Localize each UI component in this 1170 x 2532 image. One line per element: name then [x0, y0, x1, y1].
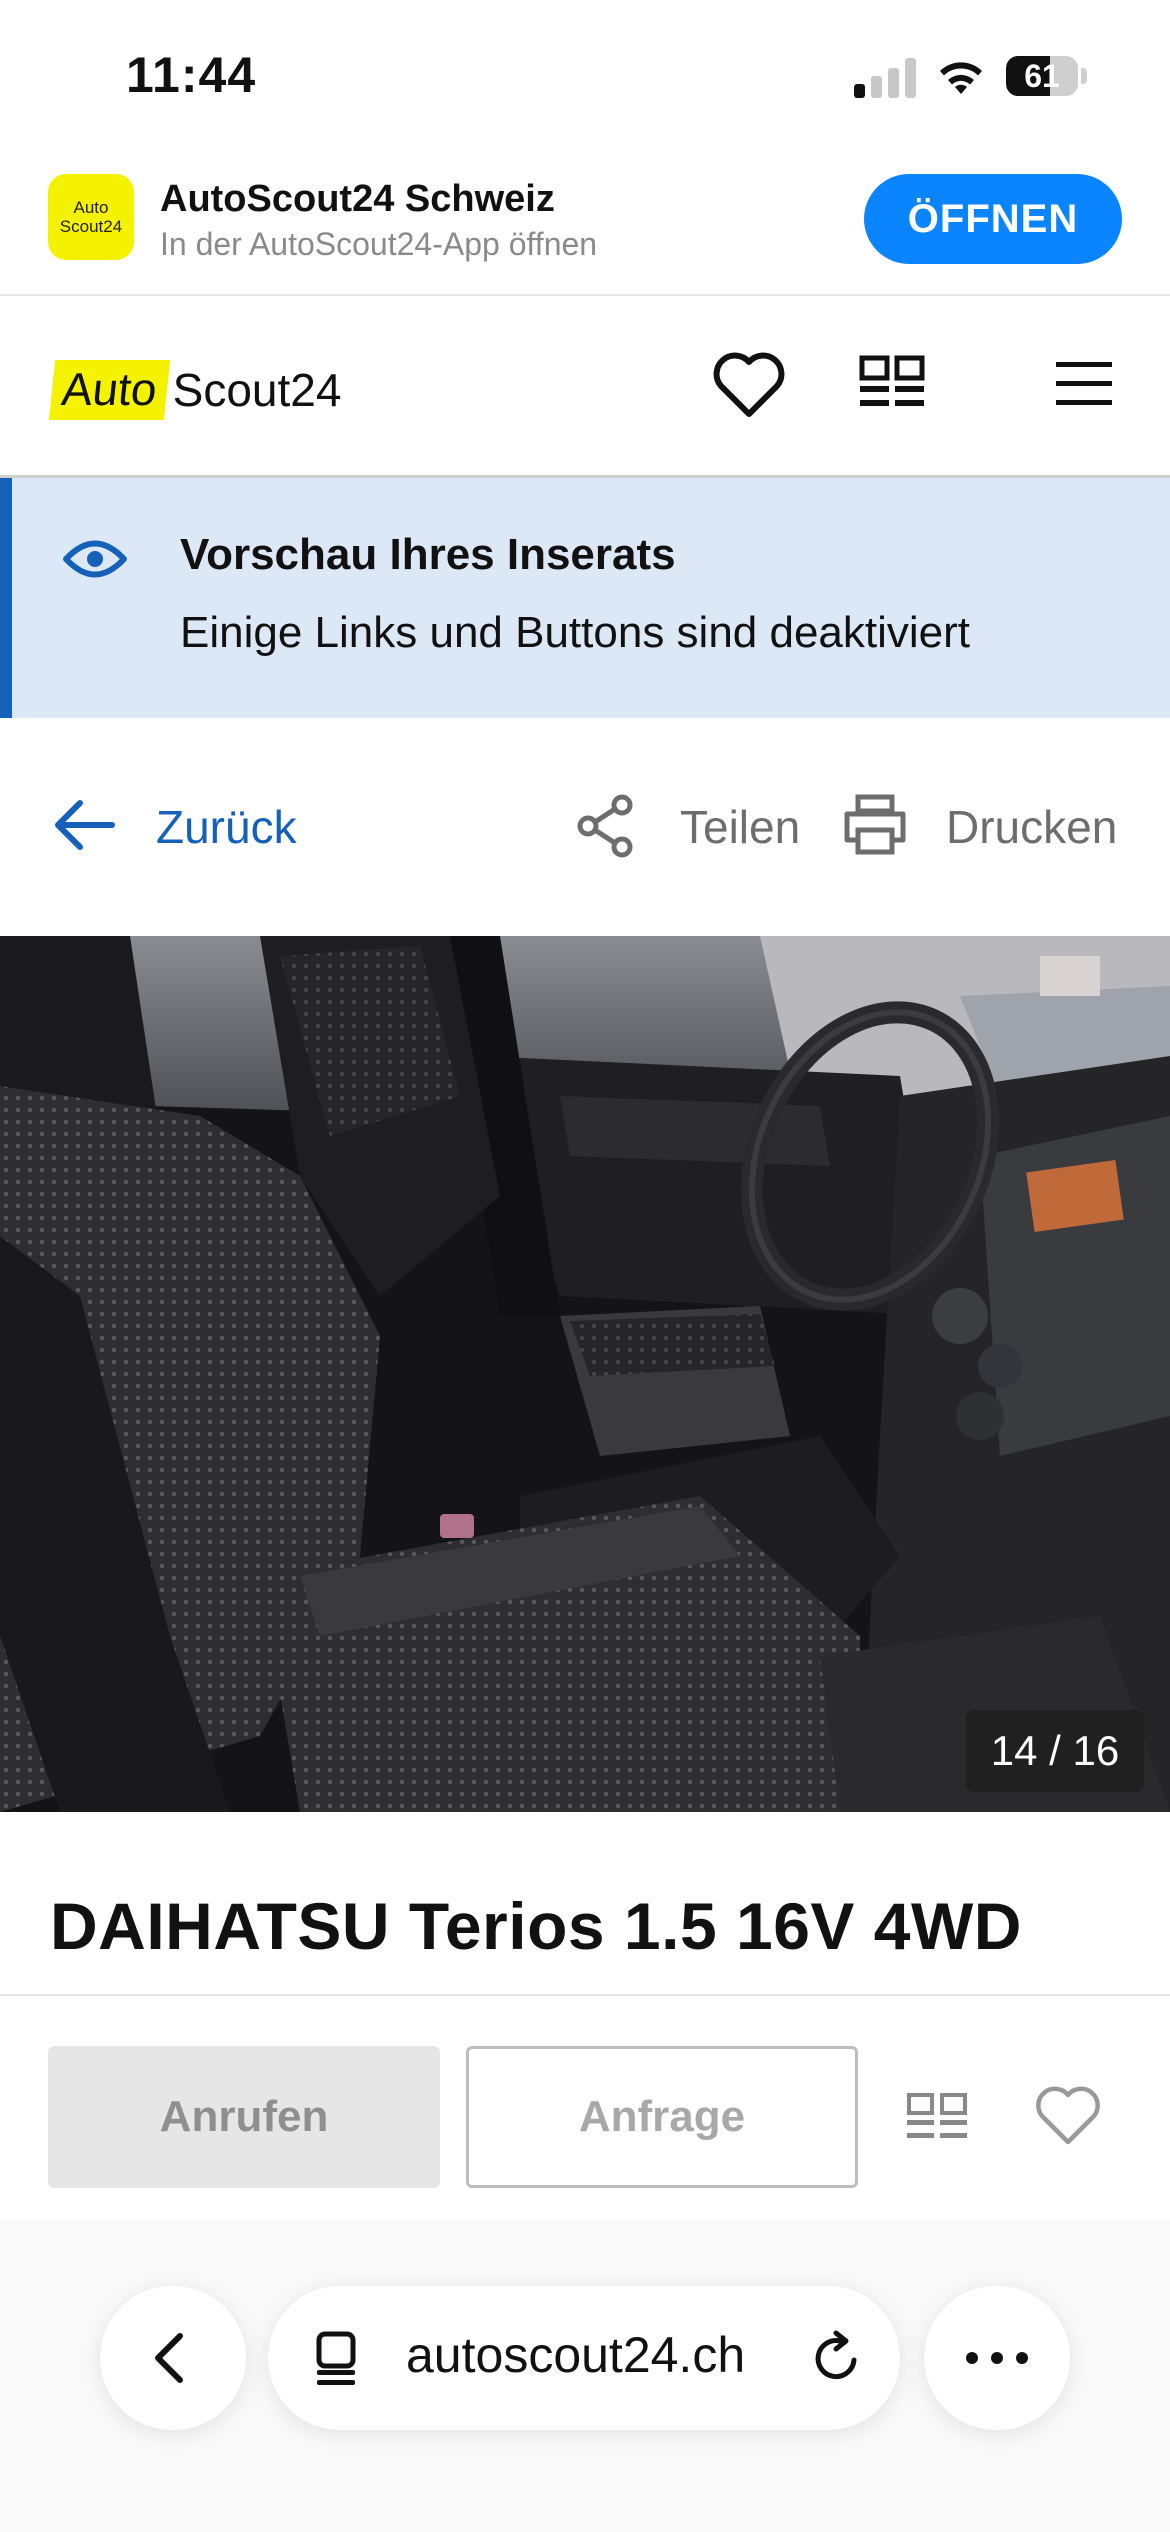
- more-options-button[interactable]: [924, 2286, 1070, 2430]
- battery-level: 61: [1024, 58, 1060, 94]
- wifi-icon: [940, 62, 982, 94]
- browser-back-button[interactable]: [100, 2286, 246, 2430]
- compare-icon[interactable]: [858, 354, 926, 414]
- compare-icon[interactable]: [906, 2092, 968, 2144]
- menu-icon[interactable]: [1054, 358, 1114, 410]
- listing-title: DAIHATSU Terios 1.5 16V 4WD: [50, 1889, 1022, 1963]
- app-name: AutoScout24 Schweiz: [160, 178, 555, 220]
- photo-counter: 14 / 16: [966, 1710, 1144, 1792]
- share-icon[interactable]: [574, 794, 636, 858]
- preview-text: Einige Links und Buttons sind deaktivier…: [180, 608, 971, 657]
- preview-title: Vorschau Ihres Inserats: [180, 530, 676, 579]
- page-icon: [316, 2331, 356, 2385]
- share-button-label[interactable]: Teilen: [680, 800, 800, 854]
- app-icon-line1: Auto: [73, 198, 109, 217]
- reload-icon[interactable]: [808, 2330, 864, 2386]
- preview-notice: Vorschau Ihres Inserats Einige Links und…: [0, 478, 1170, 718]
- printer-icon[interactable]: [842, 794, 908, 856]
- status-time: 11:44: [126, 47, 257, 103]
- url-text: autoscout24.ch: [406, 2327, 746, 2383]
- logo-auto: Auto: [48, 360, 170, 420]
- heart-icon[interactable]: [712, 350, 786, 420]
- heart-icon[interactable]: [1034, 2084, 1102, 2148]
- browser-toolbar: autoscout24.ch: [0, 2220, 1170, 2532]
- site-logo[interactable]: Auto Scout24: [48, 354, 342, 426]
- open-app-button[interactable]: ÖFFNEN: [864, 174, 1122, 264]
- divider: [0, 1994, 1170, 1996]
- listing-photo[interactable]: 14 / 16: [0, 936, 1170, 1812]
- back-link[interactable]: Zurück: [156, 800, 297, 854]
- app-icon: Auto Scout24: [48, 174, 134, 260]
- cellular-signal-icon: [854, 56, 916, 98]
- listing-actions: Zurück Teilen Drucken: [0, 718, 1170, 936]
- app-banner: Auto Scout24 AutoScout24 Schweiz In der …: [0, 150, 1170, 296]
- inquiry-button[interactable]: Anfrage: [466, 2046, 858, 2188]
- call-button[interactable]: Anrufen: [48, 2046, 440, 2188]
- status-bar: 11:44 61: [0, 0, 1170, 150]
- car-interior-image: [0, 936, 1170, 1812]
- print-button-label[interactable]: Drucken: [946, 800, 1117, 854]
- eye-icon: [63, 540, 127, 578]
- address-bar[interactable]: autoscout24.ch: [268, 2286, 900, 2430]
- more-icon: [966, 2352, 1028, 2364]
- app-subtitle: In der AutoScout24-App öffnen: [160, 226, 598, 262]
- arrow-left-icon[interactable]: [50, 798, 116, 852]
- chevron-left-icon: [155, 2333, 183, 2383]
- logo-scout: Scout24: [172, 364, 342, 416]
- app-icon-line2: Scout24: [59, 217, 123, 236]
- battery-icon: 61: [1006, 56, 1087, 96]
- preview-accent-bar: [0, 478, 12, 718]
- site-header: Auto Scout24: [0, 296, 1170, 478]
